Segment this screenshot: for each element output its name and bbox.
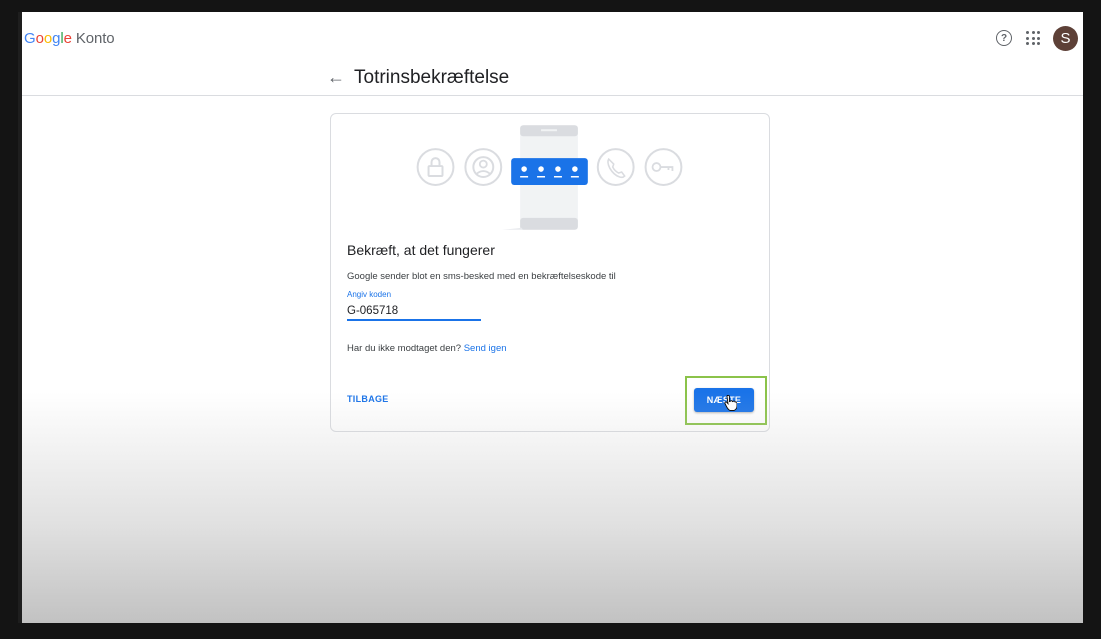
help-icon[interactable]: ? — [996, 30, 1012, 46]
password-dots-icon — [511, 158, 588, 185]
card-description: Google sender blot en sms-besked med en … — [347, 271, 616, 282]
resend-link[interactable]: Send igen — [464, 343, 507, 354]
top-bar: Google Konto ? S — [18, 12, 1083, 64]
phone-icon — [596, 148, 635, 186]
logo-product-name: Konto — [75, 30, 115, 47]
code-field-label: Angiv koden — [347, 290, 392, 299]
resend-prompt: Har du ikke modtaget den? — [347, 343, 462, 354]
logo-letter: e — [63, 30, 72, 47]
apps-grid-icon[interactable] — [1026, 31, 1040, 45]
person-icon — [464, 148, 503, 186]
code-input[interactable] — [347, 303, 481, 321]
lock-icon — [416, 148, 455, 186]
verification-illustration — [416, 125, 683, 230]
back-button[interactable]: TILBAGE — [347, 394, 389, 404]
next-button[interactable]: NÆSTE — [694, 388, 754, 412]
logo-letter: o — [35, 30, 44, 47]
avatar[interactable]: S — [1053, 26, 1078, 51]
google-account-logo[interactable]: Google Konto — [24, 30, 115, 47]
resend-line: Har du ikke modtaget den? Send igen — [347, 343, 507, 354]
page-header: ← Totrinsbekræftelse — [18, 64, 1083, 96]
back-arrow-icon[interactable]: ← — [327, 67, 345, 87]
verification-card: Bekræft, at det fungerer Google sender b… — [330, 113, 770, 432]
logo-letter: G — [24, 30, 36, 47]
browser-viewport: Google Konto ? S ← Totrinsbekræftelse Be… — [18, 12, 1083, 623]
card-heading: Bekræft, at det fungerer — [347, 242, 495, 258]
logo-letter: o — [43, 30, 53, 47]
key-icon — [644, 148, 683, 186]
page-title: Totrinsbekræftelse — [354, 67, 510, 88]
